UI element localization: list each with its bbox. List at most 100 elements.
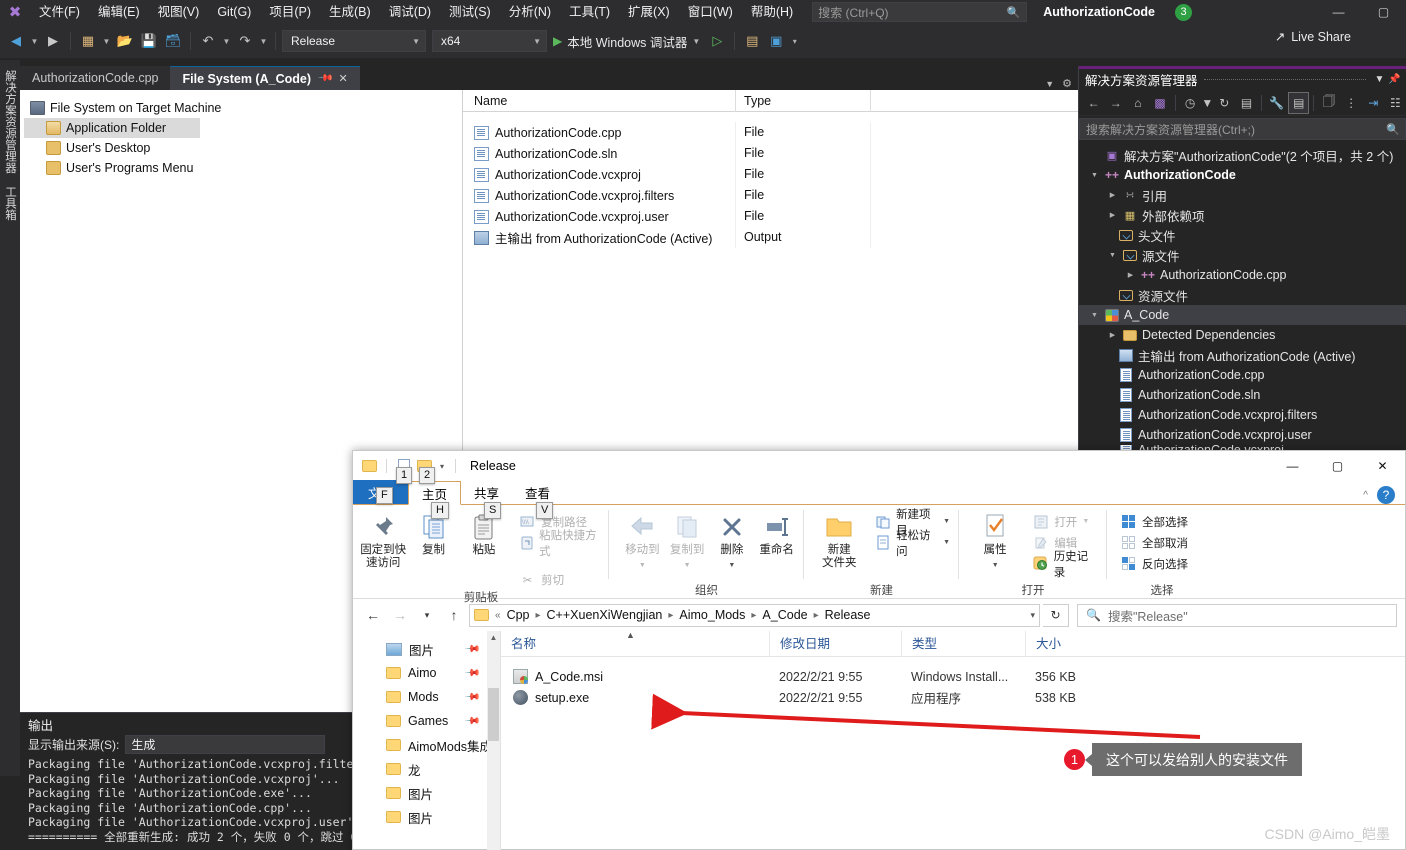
navigate-forward-icon[interactable]: ▶ bbox=[42, 29, 64, 53]
open-button[interactable]: 打开 ▼ bbox=[1029, 512, 1101, 531]
output-source-dropdown[interactable]: 生成 bbox=[125, 734, 326, 754]
pending-changes-icon[interactable]: ◷ bbox=[1180, 92, 1201, 114]
menu-item-analyze[interactable]: 分析(N) bbox=[500, 0, 560, 24]
scrollbar-thumb[interactable] bbox=[488, 688, 499, 741]
col-header-type[interactable]: 类型 bbox=[901, 630, 1025, 657]
chevron-right-icon-2[interactable]: ▶ bbox=[1107, 211, 1118, 219]
forward-icon[interactable]: → bbox=[388, 603, 412, 627]
back-dropdown-icon[interactable]: ▼ bbox=[29, 29, 40, 53]
pin-icon-3[interactable]: 📌 bbox=[463, 689, 480, 706]
breadcrumb-item-3[interactable]: A_Code bbox=[759, 608, 810, 622]
select-none-button[interactable]: 全部取消 bbox=[1117, 533, 1191, 552]
cut-button[interactable]: ✂ 剪切 bbox=[516, 570, 603, 589]
explorer-minimize-button[interactable]: — bbox=[1270, 451, 1315, 481]
solution-explorer-search[interactable]: 搜索解决方案资源管理器(Ctrl+;) 🔍 bbox=[1079, 118, 1406, 140]
new-item-dropdown-icon[interactable]: ▼ bbox=[943, 518, 950, 525]
menu-item-git[interactable]: Git(G) bbox=[208, 0, 260, 24]
paste-shortcut-button[interactable]: 粘贴快捷方式 bbox=[516, 530, 603, 558]
new-project-dropdown-icon[interactable]: ▼ bbox=[101, 29, 112, 53]
col-header-name[interactable]: 名称 bbox=[501, 631, 769, 657]
solution-view-icon[interactable]: ▩ bbox=[1149, 92, 1170, 114]
save-icon[interactable]: 💾 bbox=[138, 29, 160, 53]
tab-list-dropdown-icon[interactable]: ▼ bbox=[1045, 79, 1054, 89]
list-item[interactable]: AimoMods集成 bbox=[353, 733, 500, 757]
list-item[interactable]: Games 📌 bbox=[353, 709, 500, 733]
explorer-maximize-button[interactable]: ▢ bbox=[1315, 451, 1360, 481]
fs-tree-users-programs-menu[interactable]: User's Programs Menu bbox=[24, 158, 462, 178]
list-item[interactable]: 龙 bbox=[353, 757, 500, 781]
breadcrumb-overflow-icon[interactable]: « bbox=[495, 610, 501, 621]
history-button[interactable]: 历史记录 bbox=[1029, 551, 1101, 579]
node-references[interactable]: ▶ ∺ 引用 bbox=[1079, 185, 1406, 205]
debug-dropdown-icon[interactable]: ▼ bbox=[692, 37, 700, 46]
view-class-diagram-icon[interactable]: ⋮ bbox=[1341, 92, 1362, 114]
node-resource-files[interactable]: 资源文件 bbox=[1079, 285, 1406, 305]
node-file-user[interactable]: AuthorizationCode.vcxproj.user bbox=[1079, 425, 1406, 445]
invert-selection-button[interactable]: 反向选择 bbox=[1117, 554, 1191, 573]
tab-file-system-a-code[interactable]: File System (A_Code) 📌 ✕ bbox=[170, 66, 360, 90]
node-header-files[interactable]: 头文件 bbox=[1079, 225, 1406, 245]
platform-dropdown[interactable]: x64 ▼ bbox=[432, 30, 547, 52]
chevron-right-icon[interactable]: ▶ bbox=[1107, 191, 1118, 199]
explorer-close-button[interactable]: ✕ bbox=[1360, 451, 1405, 481]
menu-item-project[interactable]: 项目(P) bbox=[260, 0, 320, 24]
scroll-up-icon[interactable]: ▲ bbox=[487, 631, 500, 645]
col-header-size[interactable]: 大小 bbox=[1025, 630, 1100, 657]
table-row[interactable]: AuthorizationCode.vcxproj.user File bbox=[463, 206, 1078, 227]
ribbon-tab-view[interactable]: 查看 bbox=[512, 480, 563, 504]
collapse-ribbon-icon[interactable]: ^ bbox=[1363, 490, 1368, 501]
list-item[interactable]: 图片 bbox=[353, 781, 500, 805]
easy-access-button[interactable]: 轻松访问 ▼ bbox=[873, 530, 953, 558]
node-file-filters[interactable]: AuthorizationCode.vcxproj.filters bbox=[1079, 405, 1406, 425]
maximize-button[interactable]: ▢ bbox=[1361, 0, 1406, 24]
breadcrumb[interactable]: « Cpp ▸ C++XuenXiWengjian ▸ Aimo_Mods ▸ … bbox=[469, 603, 1040, 627]
notification-badge[interactable]: 3 bbox=[1175, 3, 1192, 21]
hot-reload-icon[interactable]: ▤ bbox=[741, 29, 763, 53]
forward-icon[interactable]: → bbox=[1105, 92, 1126, 114]
save-all-icon[interactable]: 🗃 bbox=[162, 29, 184, 53]
easy-access-dropdown-icon[interactable]: ▼ bbox=[943, 539, 950, 546]
tool-strip-solution-explorer[interactable]: 解决方案资源管理器 bbox=[2, 64, 18, 180]
address-dropdown-icon[interactable]: ▾ bbox=[1030, 610, 1035, 621]
node-source-files[interactable]: ▼ 源文件 bbox=[1079, 245, 1406, 265]
menu-item-test[interactable]: 测试(S) bbox=[440, 0, 500, 24]
table-row[interactable]: AuthorizationCode.vcxproj.filters File bbox=[463, 185, 1078, 206]
table-row[interactable]: 主输出 from AuthorizationCode (Active) Outp… bbox=[463, 227, 1078, 248]
pin-icon[interactable]: 📌 bbox=[317, 70, 334, 87]
node-authorizationcode-cpp[interactable]: ▶ ++ AuthorizationCode.cpp bbox=[1079, 265, 1406, 285]
navigate-back-icon[interactable]: ◀ bbox=[5, 29, 27, 53]
qat-dropdown-icon[interactable]: ▾ bbox=[437, 462, 447, 471]
fs-tree-application-folder[interactable]: Application Folder bbox=[24, 118, 200, 138]
chevron-down-icon[interactable]: ▼ bbox=[1089, 172, 1100, 179]
properties-dropdown-icon[interactable]: ▼ bbox=[992, 559, 999, 572]
breadcrumb-item-0[interactable]: Cpp bbox=[504, 608, 533, 622]
panel-menu-icon[interactable]: ▼ bbox=[1372, 74, 1387, 85]
menu-item-window[interactable]: 窗口(W) bbox=[679, 0, 742, 24]
home-icon[interactable]: ⌂ bbox=[1127, 92, 1148, 114]
start-without-debug-icon[interactable]: ▷ bbox=[706, 29, 728, 53]
properties-wrench-icon[interactable]: 🔧 bbox=[1266, 92, 1287, 114]
solution-node[interactable]: ▣ 解决方案"AuthorizationCode"(2 个项目，共 2 个) bbox=[1079, 145, 1406, 165]
menu-item-debug[interactable]: 调试(D) bbox=[380, 0, 440, 24]
table-row[interactable]: AuthorizationCode.vcxproj File bbox=[463, 164, 1078, 185]
move-to-dropdown-icon[interactable]: ▼ bbox=[639, 559, 646, 572]
chevron-right-icon-4[interactable]: ▶ bbox=[1107, 331, 1118, 339]
pending-changes-dropdown-icon[interactable]: ▼ bbox=[1201, 92, 1213, 114]
list-item[interactable]: 图片 bbox=[353, 805, 500, 829]
undo-dropdown-icon[interactable]: ▼ bbox=[221, 29, 232, 53]
close-icon[interactable]: ✕ bbox=[338, 72, 347, 85]
toolbar-overflow-icon[interactable]: ▾ bbox=[789, 29, 800, 53]
search-input[interactable]: 🔍 搜索"Release" bbox=[1077, 603, 1397, 627]
minimize-button[interactable]: — bbox=[1316, 0, 1361, 24]
tab-authorizationcode-cpp[interactable]: AuthorizationCode.cpp bbox=[20, 66, 171, 90]
menu-item-extensions[interactable]: 扩展(X) bbox=[619, 0, 679, 24]
new-project-icon[interactable]: ▦ bbox=[77, 29, 99, 53]
project-authorizationcode[interactable]: ▼ ++ AuthorizationCode bbox=[1079, 165, 1406, 185]
refresh-icon[interactable]: ↻ bbox=[1214, 92, 1235, 114]
refresh-icon[interactable]: ↻ bbox=[1043, 603, 1069, 627]
chevron-right-icon-3[interactable]: ▶ bbox=[1125, 271, 1136, 279]
node-file-cpp[interactable]: AuthorizationCode.cpp bbox=[1079, 365, 1406, 385]
new-folder-button[interactable]: 新建 文件夹 bbox=[814, 509, 865, 570]
undo-icon[interactable]: ↶ bbox=[197, 29, 219, 53]
back-icon[interactable]: ← bbox=[1083, 92, 1104, 114]
